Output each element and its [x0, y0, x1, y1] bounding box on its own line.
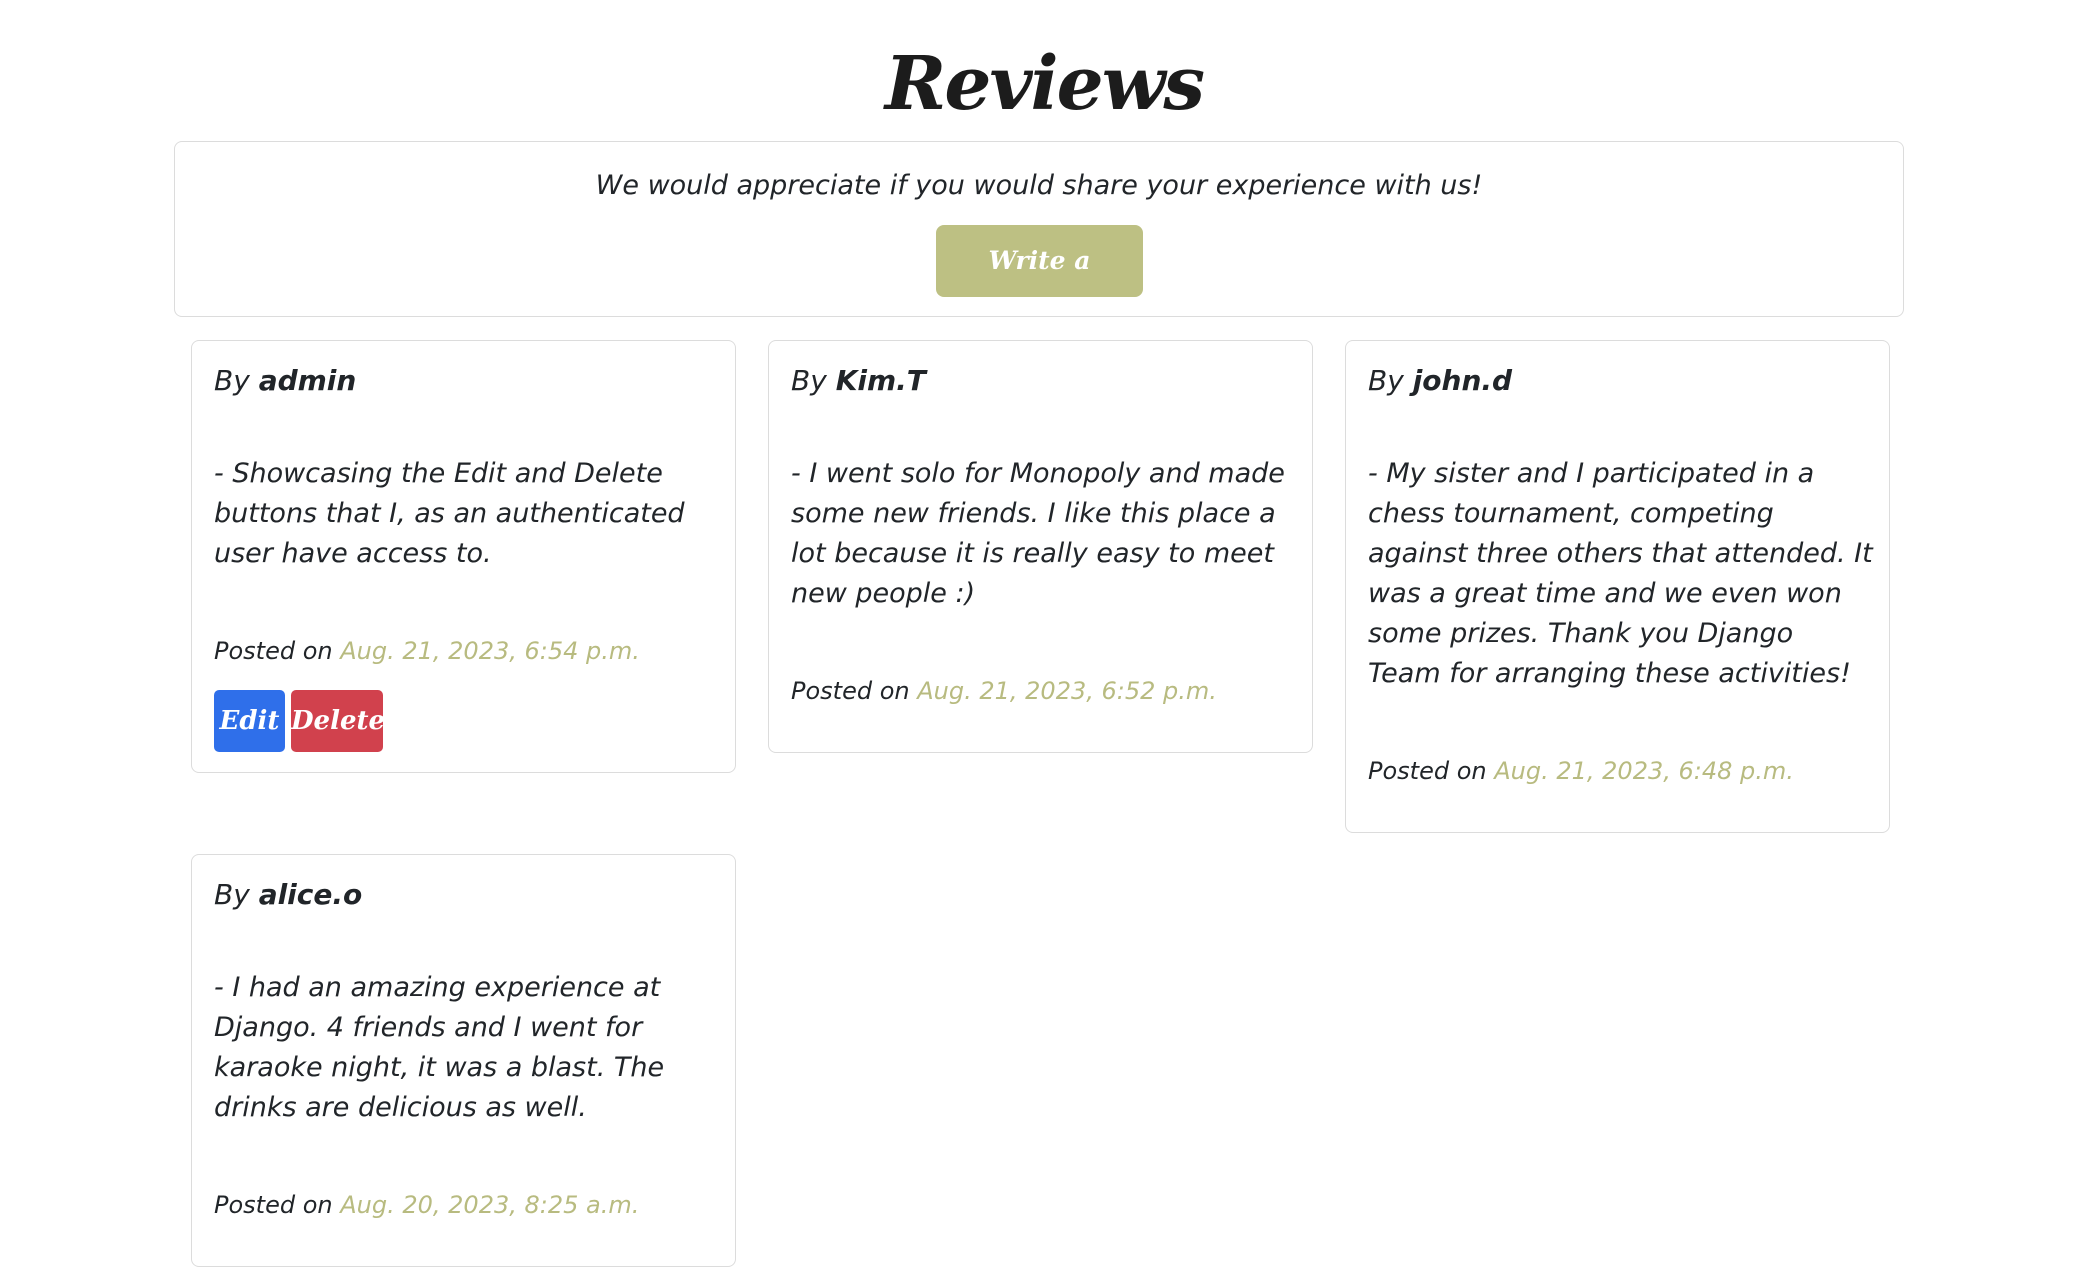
review-body: - I had an amazing experience at Django.… [214, 972, 665, 1123]
review-date: Aug. 21, 2023, 6:54 p.m. [340, 637, 640, 665]
page-title: Reviews [884, 41, 1205, 127]
review-card-john-d: By john.d - My sister and I participated… [1345, 340, 1890, 833]
posted-on-label: Posted on [214, 637, 333, 665]
by-label: By [1368, 364, 1404, 397]
posted-line: Posted on Aug. 20, 2023, 8:25 a.m. [214, 1188, 639, 1222]
review-card-alice-o: By alice.o - I had an amazing experience… [191, 854, 736, 1267]
author-name: john.d [1412, 364, 1513, 397]
write-review-button[interactable]: Write a Review [936, 225, 1143, 347]
by-label: By [791, 364, 827, 397]
posted-on-label: Posted on [214, 1191, 333, 1219]
review-body: - My sister and I participated in a ches… [1368, 458, 1873, 689]
intro-text: We would appreciate if you would share y… [595, 170, 1483, 201]
review-author: By admin [214, 361, 356, 401]
posted-line: Posted on Aug. 21, 2023, 6:52 p.m. [791, 674, 1217, 708]
author-name: admin [258, 364, 357, 397]
review-date: Aug. 20, 2023, 8:25 a.m. [340, 1191, 640, 1219]
review-actions: Edit Delete [214, 690, 414, 752]
review-date: Aug. 21, 2023, 6:52 p.m. [917, 677, 1217, 705]
review-card-kim-t: By Kim.T - I went solo for Monopoly and … [768, 340, 1313, 753]
posted-on-label: Posted on [791, 677, 910, 705]
review-author: By Kim.T [791, 361, 926, 401]
intro-card: We would appreciate if you would share y… [174, 141, 1904, 347]
posted-on-label: Posted on [1368, 757, 1487, 785]
review-date: Aug. 21, 2023, 6:48 p.m. [1494, 757, 1794, 785]
by-label: By [214, 878, 250, 911]
author-name: Kim.T [835, 364, 926, 397]
delete-button[interactable]: Delete [291, 690, 385, 752]
edit-button[interactable]: Edit [214, 690, 285, 752]
posted-line: Posted on Aug. 21, 2023, 6:54 p.m. [214, 634, 640, 668]
review-body: - Showcasing the Edit and Delete buttons… [214, 458, 685, 569]
review-author: By john.d [1368, 361, 1512, 401]
posted-line: Posted on Aug. 21, 2023, 6:48 p.m. [1368, 754, 1794, 788]
review-author: By alice.o [214, 875, 362, 915]
by-label: By [214, 364, 250, 397]
review-card-admin: By admin - Showcasing the Edit and Delet… [191, 340, 736, 773]
review-body: - I went solo for Monopoly and made some… [791, 458, 1285, 609]
author-name: alice.o [258, 878, 363, 911]
